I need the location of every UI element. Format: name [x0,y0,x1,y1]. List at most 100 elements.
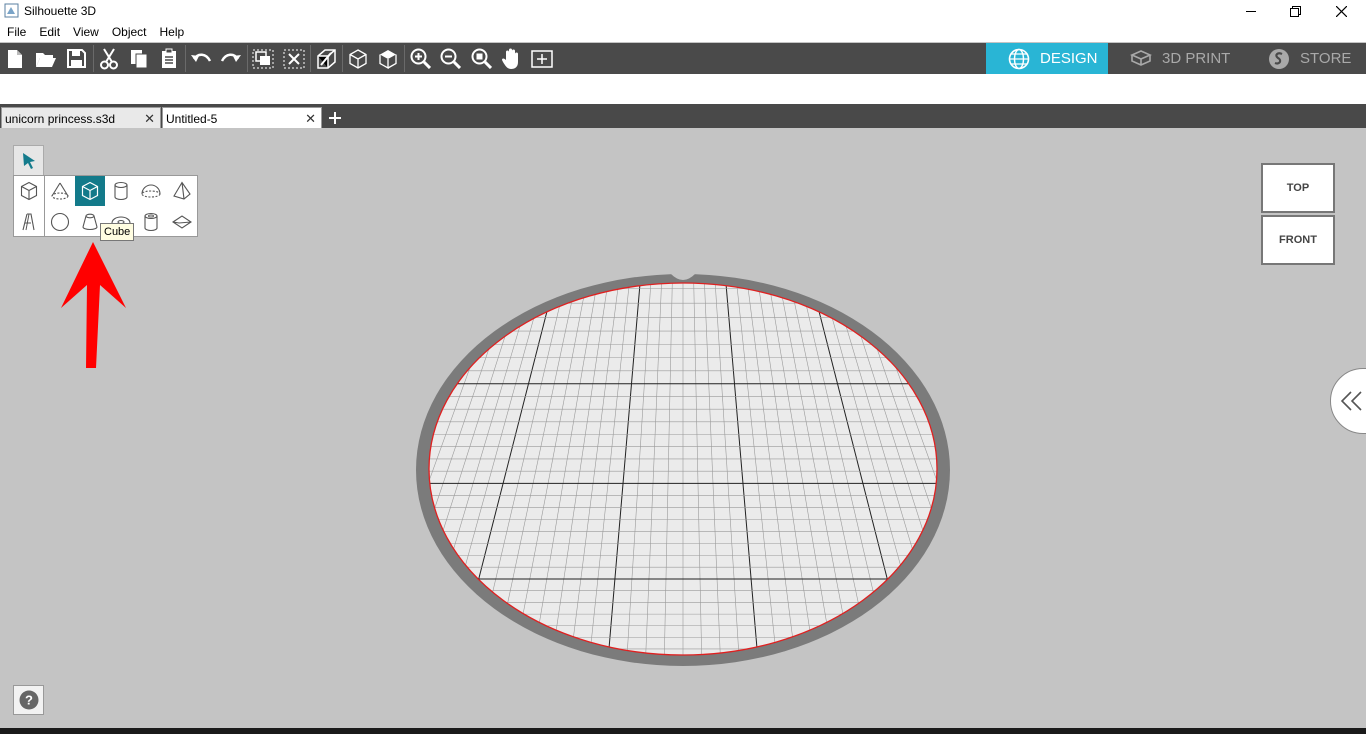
tab-label: unicorn princess.s3d [5,112,116,126]
tube-icon [144,212,158,232]
fit-page-button[interactable] [527,43,557,74]
tab-untitled-5[interactable]: Untitled-5 ✕ [162,107,322,129]
shape-pyramid[interactable] [167,176,197,206]
group-button[interactable] [248,43,278,74]
box-outline-icon [349,48,367,69]
zoom-in-icon [410,48,431,69]
sphere-icon [50,212,70,232]
store-s-icon [1269,48,1289,69]
cube-outline-icon [20,181,38,201]
shape-text[interactable] [14,207,44,237]
copy-button[interactable] [124,43,154,74]
printer-3d-icon [1130,49,1152,66]
globe-icon [1008,48,1030,69]
shape-cone[interactable] [45,176,75,206]
close-tab-icon[interactable]: ✕ [144,111,155,127]
truncated-cone-icon [82,213,98,231]
menu-bar: File Edit View Object Help [0,22,1366,42]
pan-button[interactable] [496,43,526,74]
ungroup-button[interactable] [279,43,309,74]
open-folder-icon [36,52,56,67]
new-file-icon [8,49,22,68]
shape-hemisphere[interactable] [136,176,166,206]
extrude-icon [317,48,336,69]
taskbar-strip [0,728,1366,734]
zoom-out-icon [440,48,461,69]
menu-edit[interactable]: Edit [39,25,60,39]
mode-tab-design-label: DESIGN [1040,50,1098,67]
menu-help[interactable]: Help [160,25,185,39]
cylinder-icon [114,181,128,201]
extrude-button[interactable] [311,43,341,74]
zoom-out-button[interactable] [435,43,465,74]
paste-icon [162,48,176,68]
menu-object[interactable]: Object [112,25,147,39]
help-icon: ? [19,690,38,710]
mode-tab-store[interactable]: STORE [1246,43,1366,74]
mode-tab-3d-print[interactable]: 3D PRINT [1108,43,1246,74]
zoom-in-button[interactable] [405,43,435,74]
new-file-button[interactable] [0,43,30,74]
cube-icon [81,181,99,201]
document-tab-strip: unicorn princess.s3d ✕ Untitled-5 ✕ [0,104,1366,129]
menu-view[interactable]: View [73,25,99,39]
title-bar: Silhouette 3D [0,0,1366,22]
close-tab-icon[interactable]: ✕ [305,111,316,127]
cut-icon [100,47,118,69]
zoom-fit-icon [471,48,492,69]
restore-button[interactable] [1272,0,1318,22]
shape-cylinder[interactable] [106,176,136,206]
shape-sphere[interactable] [45,207,75,237]
red-up-arrow-icon [61,242,126,368]
build-platform [416,274,950,666]
box-solid-button[interactable] [373,43,403,74]
mode-tab-3d-print-label: 3D PRINT [1162,50,1231,67]
cut-button[interactable] [94,43,124,74]
zoom-fit-button[interactable] [466,43,496,74]
menu-file[interactable]: File [7,25,26,39]
redo-button[interactable] [216,43,246,74]
shape-cube[interactable] [75,176,105,206]
new-tab-button[interactable] [324,107,346,129]
cone-icon [51,182,69,200]
shape-tooltip: Cube [100,223,135,241]
pan-hand-icon [502,48,518,69]
box-solid-icon [379,49,397,69]
select-arrow-icon [22,152,35,169]
save-icon [66,49,86,68]
view-cube-top[interactable]: TOP [1261,163,1335,213]
paste-button[interactable] [154,43,184,74]
pyramid-icon [173,181,191,200]
mode-tab-store-label: STORE [1300,50,1352,67]
restore-icon [1289,5,1301,17]
help-button[interactable]: ? [13,685,44,715]
select-tool-button[interactable] [13,145,44,176]
view-cube[interactable]: TOP FRONT [1261,163,1335,266]
save-button[interactable] [61,43,91,74]
undo-button[interactable] [186,43,216,74]
copy-icon [131,49,148,68]
tab-label: Untitled-5 [166,112,218,126]
help-label: ? [25,693,33,708]
view-cube-front[interactable]: FRONT [1261,215,1335,265]
property-bar [0,74,1366,104]
mode-tab-design[interactable]: DESIGN [986,43,1108,74]
hemisphere-icon [141,184,161,198]
shape-diamond[interactable] [167,207,197,237]
plus-icon [329,112,341,124]
window-title: Silhouette 3D [24,4,97,18]
minimize-button[interactable] [1228,0,1274,22]
undo-icon [191,53,212,62]
box-outline-button[interactable] [343,43,373,74]
group-icon [252,49,274,68]
close-window-button[interactable] [1318,0,1364,22]
tab-unicorn-princess[interactable]: unicorn princess.s3d ✕ [1,107,161,129]
close-icon [1335,5,1347,17]
redo-icon [220,53,241,62]
text-icon [22,213,35,231]
shape-cube-outline[interactable] [14,176,44,206]
open-file-button[interactable] [31,43,61,74]
ungroup-icon [283,49,305,68]
shape-tube[interactable] [136,207,166,237]
diamond-icon [172,215,192,229]
